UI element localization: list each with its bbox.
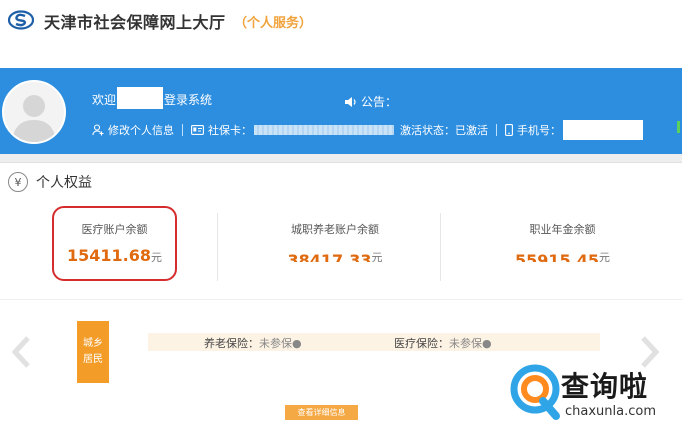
site-title: 天津市社会保障网上大厅 [44, 13, 226, 32]
phone-label: 手机号： [517, 124, 561, 137]
avatar[interactable] [2, 80, 66, 144]
divider [496, 124, 497, 136]
view-details-button[interactable]: 查看详细信息 [285, 405, 358, 420]
resident-type-tag: 城乡 居民 [77, 321, 109, 383]
divider [217, 213, 218, 281]
pension-account-balance[interactable]: 城职养老账户余额 38417.33元 [260, 221, 410, 262]
speaker-icon [345, 97, 356, 107]
balance-number: 15411.68 [66, 246, 151, 265]
medical-insurance-status: 医疗保险：未参保● [394, 335, 492, 351]
welcome-message: 欢迎 登录系统 [92, 86, 213, 109]
notice-label: 公告： [361, 95, 398, 109]
balance-label: 医疗账户余额 [81, 223, 148, 236]
balance-unit: 元 [151, 251, 162, 264]
edge-indicator [677, 121, 680, 133]
divider [0, 299, 682, 300]
activation-status: 激活状态：已激活 [400, 124, 488, 137]
chevron-right-icon[interactable] [639, 335, 661, 369]
chevron-left-icon[interactable] [10, 335, 32, 369]
site-header: 天津市社会保障网上大厅 （个人服务） [0, 0, 682, 68]
panel-title: 个人权益 [36, 175, 92, 191]
tag-line: 城乡 [83, 338, 103, 349]
balance-number: 55915.45 [514, 251, 599, 262]
balance-number: 38417.33 [287, 251, 372, 262]
balance-unit: 元 [371, 251, 383, 262]
account-info-bar: 修改个人信息 社保卡： 激活状态：已激活 手机号： [92, 120, 643, 140]
welcome-suffix: 登录系统 [164, 93, 213, 107]
card-number-mask [254, 125, 394, 135]
status-value: 未参保● [259, 337, 302, 350]
balance-value: 38417.33元 [260, 246, 410, 262]
balance-label: 职业年金余额 [529, 223, 596, 236]
balance-value: 15411.68元 [52, 246, 177, 265]
benefits-panel: ¥ 个人权益 医疗账户余额 15411.68元 城职养老账户余额 38417.3… [0, 162, 682, 447]
watermark-url: chaxunla.com [565, 404, 656, 419]
divider [182, 124, 183, 136]
balance-value: 55915.45元 [490, 246, 635, 262]
card-label: 社保卡： [208, 124, 252, 137]
annuity-balance[interactable]: 职业年金余额 55915.45元 [490, 221, 635, 262]
status-value: 未参保● [449, 337, 492, 350]
yen-icon: ¥ [8, 172, 28, 192]
phone-number-mask [563, 120, 643, 140]
notice[interactable]: 公告： [344, 93, 397, 110]
default-avatar-icon [12, 95, 56, 142]
id-card-icon [191, 125, 204, 135]
welcome-prefix: 欢迎 [92, 93, 117, 107]
section-label: （个人服务） [234, 16, 313, 31]
panel-header: ¥ 个人权益 [8, 172, 92, 192]
divider [440, 213, 441, 281]
balance-label: 城职养老账户余额 [291, 223, 379, 236]
pension-insurance-status: 养老保险：未参保● [204, 335, 302, 351]
edit-profile-link[interactable]: 修改个人信息 [108, 122, 174, 138]
watermark-logo-icon [510, 364, 560, 420]
medical-account-balance[interactable]: 医疗账户余额 15411.68元 [52, 221, 177, 265]
username-mask [117, 86, 164, 109]
balance-unit: 元 [599, 251, 610, 262]
user-edit-icon [92, 124, 104, 136]
status-label: 医疗保险： [394, 337, 449, 350]
phone-icon [505, 124, 513, 136]
status-label: 养老保险： [204, 337, 259, 350]
watermark-text: 查询啦 [561, 370, 649, 403]
tag-line: 居民 [83, 354, 103, 365]
user-banner: 欢迎 登录系统 公告： 修改个人信息 社保卡： 激活状态：已激活 手机号： [0, 68, 682, 154]
si-logo-icon[interactable] [8, 10, 34, 30]
